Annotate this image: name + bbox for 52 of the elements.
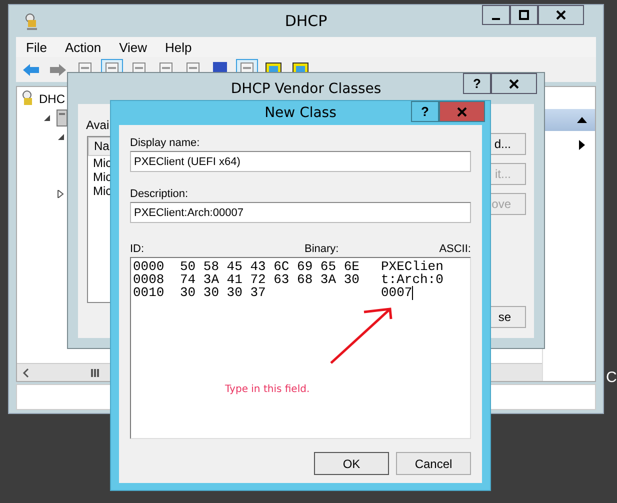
dialog-title: DHCP Vendor Classes: [230, 80, 382, 96]
binary-editor-field[interactable]: 0000 50 58 45 43 6C 69 65 6E PXEClien 0008 74 3A 41 72 63 68 3A 30 t:Arch:0 0010 30 30 30 37 0007 Type in this field.: [130, 257, 471, 439]
scroll-grip-icon[interactable]: [90, 368, 100, 376]
close-icon: [556, 10, 566, 20]
hex-bytes-text: 50 58 45 43 6C 69 65 6E: [180, 260, 360, 273]
menu-item[interactable]: Action: [58, 40, 114, 54]
close-button[interactable]: [491, 73, 537, 94]
server-icon: [55, 108, 69, 126]
hex-bytes-text: 74 3A 41 72 63 68 3A 30: [180, 273, 360, 286]
menu-item[interactable]: Help: [159, 40, 204, 54]
dhcp-icon: [21, 90, 35, 108]
list-label: Avai: [86, 118, 110, 132]
annotation-text: Type in this field.: [225, 384, 310, 395]
dialog-title: New Class: [264, 105, 336, 121]
close-button[interactable]: [538, 5, 584, 25]
expanded-triangle-icon[interactable]: [43, 114, 51, 122]
text-cursor: [412, 286, 414, 300]
collapsed-triangle-icon[interactable]: [57, 190, 65, 198]
offset-text: 0008: [133, 273, 166, 286]
dialog-button[interactable]: OK: [314, 452, 389, 475]
minimize-icon: [492, 18, 500, 20]
maximize-icon: [519, 10, 529, 20]
offset-text: 0010: [133, 286, 166, 299]
ascii-text: 0007: [381, 286, 412, 299]
column-header: Binary:: [304, 243, 339, 255]
close-icon: [509, 78, 519, 88]
right-arrow-icon[interactable]: [579, 140, 585, 150]
help-button[interactable]: ?: [411, 101, 439, 122]
hex-bytes-text: 30 30 30 37: [180, 286, 267, 299]
field-label: Display name:: [130, 137, 201, 149]
minimize-button[interactable]: [482, 5, 510, 25]
display-name-field[interactable]: PXEClient (UEFI x64): [130, 151, 471, 172]
dhcp-icon: [24, 13, 40, 31]
field-label: Description:: [130, 188, 190, 200]
column-header: ASCII:: [439, 243, 471, 255]
sort-up-icon: [577, 117, 587, 123]
ascii-text: PXEClien: [381, 260, 444, 273]
menu-item[interactable]: View: [113, 40, 160, 54]
annotation-arrow: [328, 306, 394, 366]
help-button[interactable]: ?: [463, 73, 491, 94]
maximize-button[interactable]: [510, 5, 538, 25]
offset-text: 0000: [133, 260, 166, 273]
desktop-text: C: [606, 369, 617, 387]
dialog-button[interactable]: Cancel: [396, 452, 471, 475]
description-field[interactable]: PXEClient:Arch:00007: [130, 202, 471, 223]
column-header: ID:: [130, 243, 144, 255]
tree-item[interactable]: DHC: [39, 92, 65, 106]
ascii-text: t:Arch:0: [381, 273, 444, 286]
close-icon: [457, 106, 467, 116]
expanded-triangle-icon[interactable]: [57, 132, 65, 140]
menu-item[interactable]: File: [20, 40, 59, 54]
window-title: DHCP: [284, 12, 328, 30]
